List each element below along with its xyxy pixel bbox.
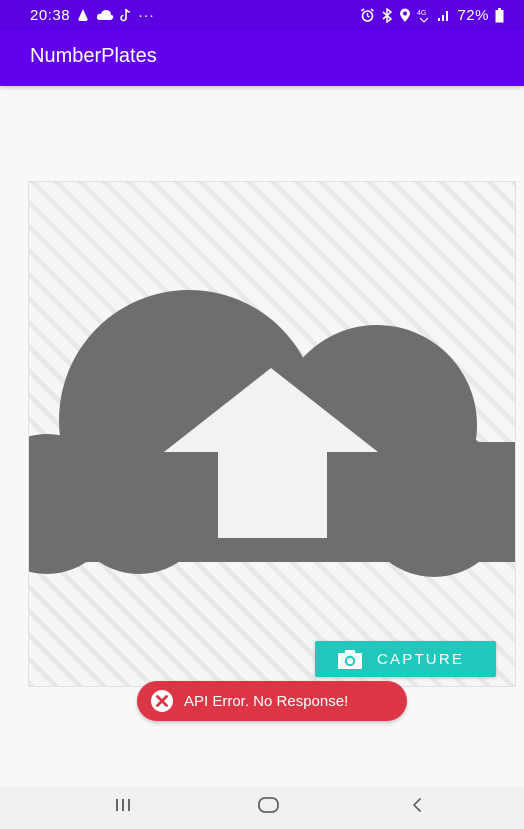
navigation-bar xyxy=(0,786,524,829)
bluetooth-icon xyxy=(381,7,393,23)
tiktok-icon xyxy=(120,8,132,22)
cloud-upload-icon xyxy=(29,182,515,686)
status-bar: 20:38 ··· 4G 72% xyxy=(0,0,524,30)
error-toast: API Error. No Response! xyxy=(137,681,407,721)
vlc-icon xyxy=(76,8,90,22)
image-preview[interactable] xyxy=(28,181,516,687)
app-bar: NumberPlates xyxy=(0,30,524,86)
location-icon xyxy=(399,8,411,23)
app-title: NumberPlates xyxy=(30,45,157,67)
status-right: 4G 72% xyxy=(360,7,504,24)
back-icon xyxy=(410,796,424,819)
status-time: 20:38 xyxy=(30,6,71,24)
battery-percent: 72% xyxy=(457,6,489,24)
error-message: API Error. No Response! xyxy=(184,692,349,710)
battery-icon xyxy=(495,7,504,23)
status-left: 20:38 ··· xyxy=(30,7,155,24)
more-notifications: ··· xyxy=(138,6,155,24)
alarm-icon xyxy=(360,7,375,23)
error-circle-icon xyxy=(150,689,174,713)
svg-text:4G: 4G xyxy=(417,10,426,17)
home-button[interactable] xyxy=(229,786,309,829)
volte-icon: 4G xyxy=(417,8,431,23)
back-button[interactable] xyxy=(377,786,457,829)
capture-button[interactable]: CAPTURE xyxy=(315,641,496,677)
signal-icon xyxy=(437,8,451,22)
camera-icon xyxy=(337,648,363,670)
cloud-icon xyxy=(96,9,114,21)
capture-label: CAPTURE xyxy=(377,650,465,668)
recent-apps-button[interactable] xyxy=(83,786,163,829)
home-icon xyxy=(257,796,281,819)
recent-apps-icon xyxy=(114,797,132,818)
